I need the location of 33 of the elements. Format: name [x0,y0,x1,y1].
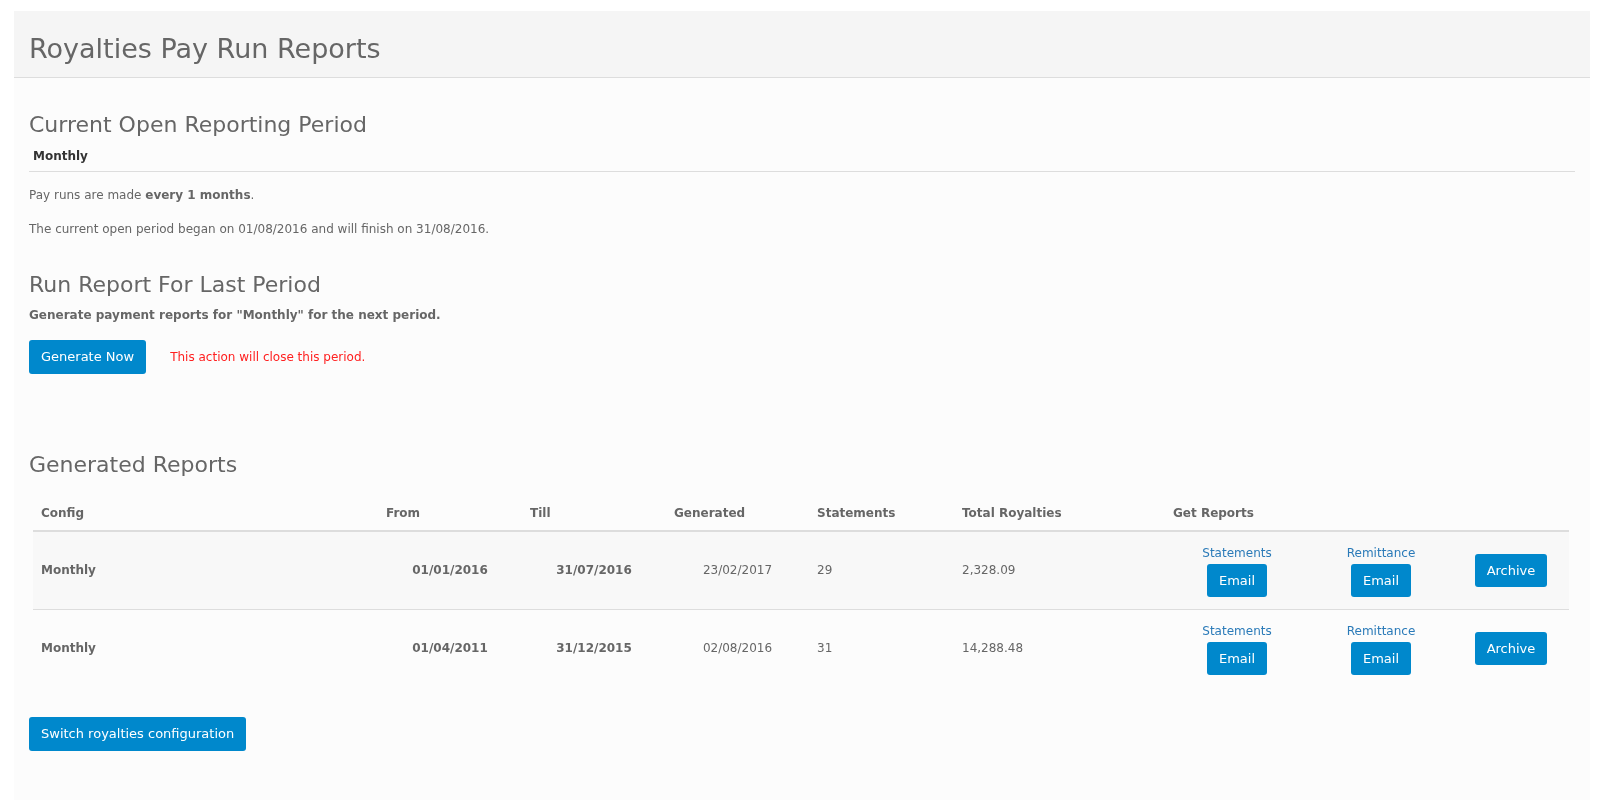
section-heading: Current Open Reporting Period [29,112,368,139]
table-cell: Monthly [33,609,378,688]
config-name: Monthly [33,148,88,163]
email-button[interactable]: Email [1350,563,1412,598]
email-button[interactable]: Email [1206,563,1268,598]
email-button[interactable]: Email [1206,641,1268,676]
table-cell: 29 [809,531,954,610]
remittance-link[interactable]: Remittance [1346,543,1416,562]
archive-button[interactable]: Archive [1474,631,1548,666]
email-button[interactable]: Email [1350,641,1412,676]
table-cell: 23/02/2017 [666,531,809,610]
statements-link[interactable]: Statements [1202,543,1272,562]
table-cell: 01/04/2011 [378,609,522,688]
table-cell: 2,328.09 [954,531,1165,610]
archive-button[interactable]: Archive [1474,553,1548,588]
frequency-text: Pay runs are made every 1 months. [29,186,256,204]
section-heading: Generated Reports [29,451,239,479]
period-text: The current open period began on 01/08/2016 and will finish on 31/08/2016. [29,220,491,238]
report-description: Generate payment reports for "Monthly" for the next period. [29,307,442,325]
generate-now-button[interactable]: Generate Now [29,340,147,374]
table-cell: 01/01/2016 [378,531,522,610]
switch-configuration-button[interactable]: Switch royalties configuration [29,717,247,751]
table-cell: 31 [809,609,954,688]
remittance-link[interactable]: Remittance [1346,621,1416,640]
table-cell: Monthly [33,531,378,610]
table-cell: 31/12/2015 [522,609,666,688]
section-heading: Run Report For Last Period [29,271,322,299]
table-cell: 14,288.48 [954,609,1165,688]
statements-link[interactable]: Statements [1202,621,1272,640]
table-cell: 31/07/2016 [522,531,666,610]
warning-text: This action will close this period. [170,348,366,366]
page-title: Royalties Pay Run Reports [29,33,382,66]
table-cell: 02/08/2016 [666,609,809,688]
